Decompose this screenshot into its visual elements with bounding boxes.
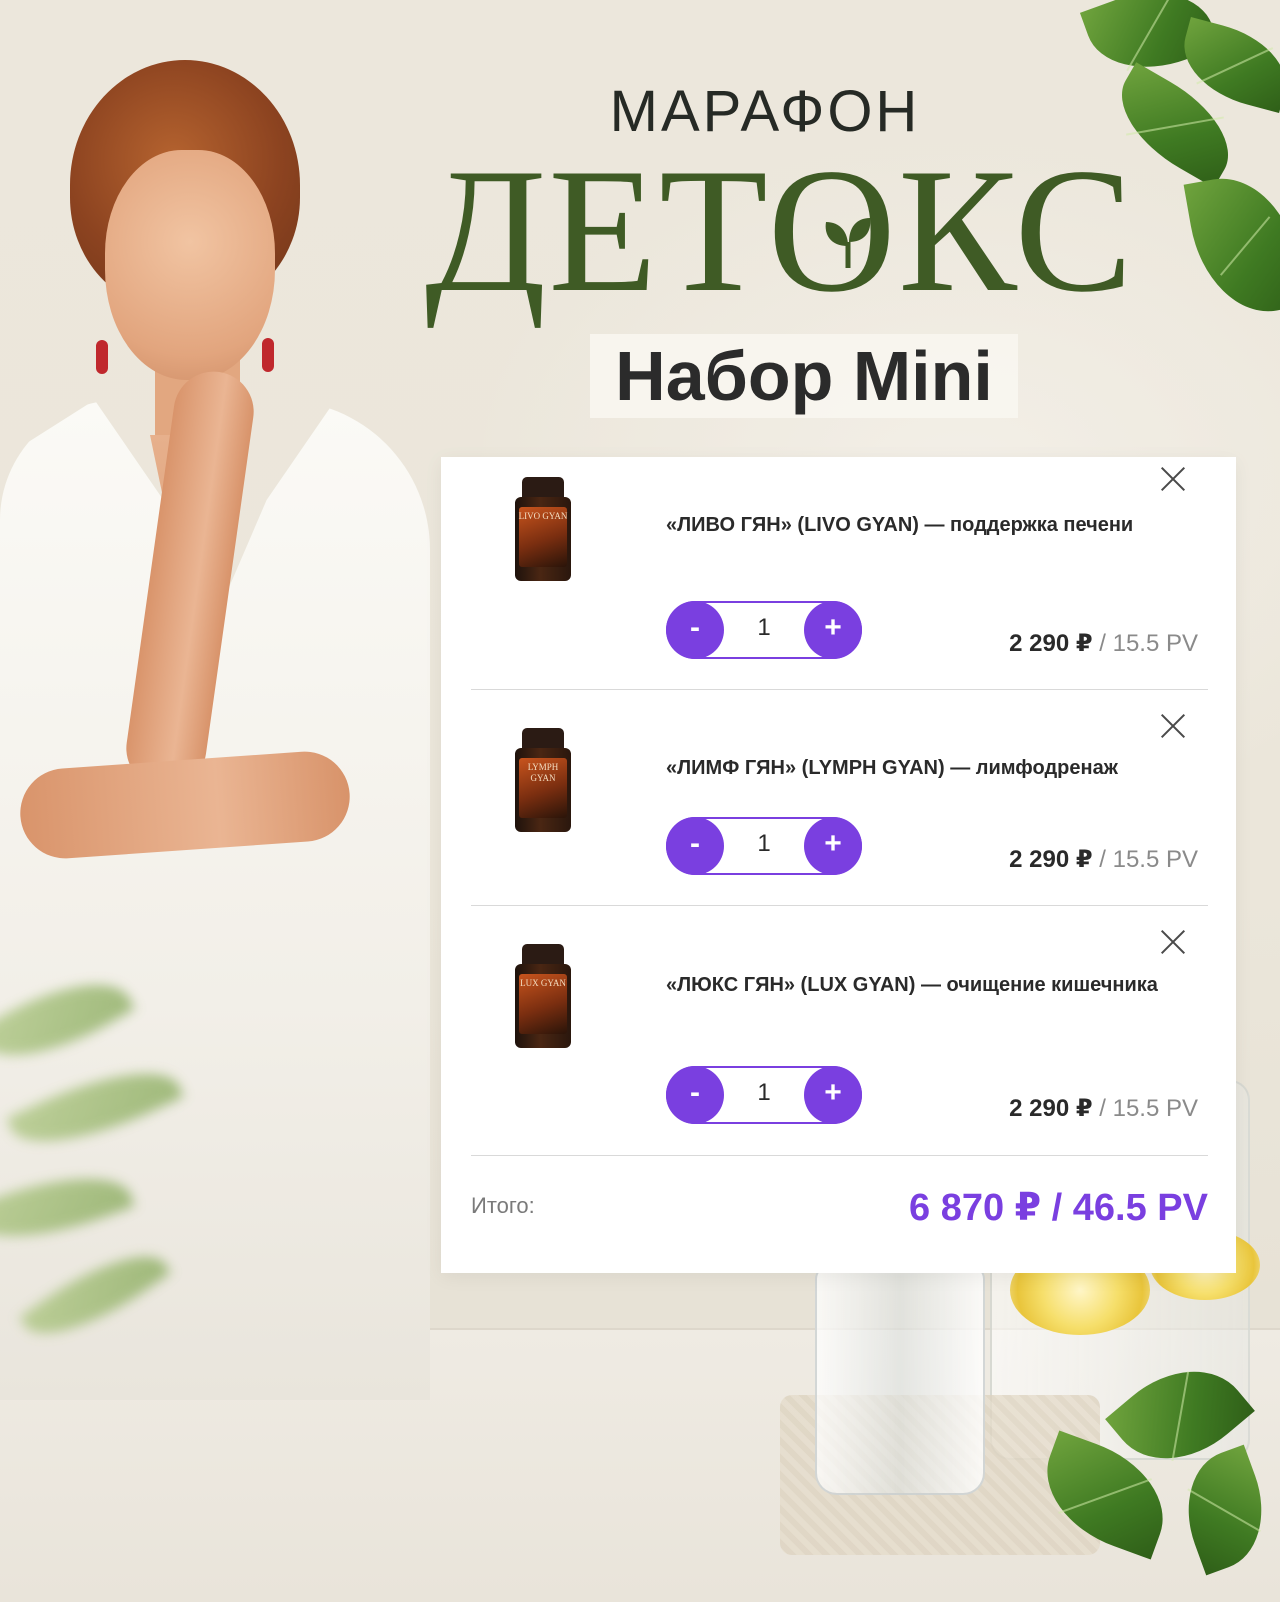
quantity-stepper: - 1 + — [666, 601, 862, 659]
price-pv: / 15.5 PV — [1099, 846, 1198, 873]
set-subtitle: Набор Mini — [615, 337, 993, 415]
item-name: «ЛИВО ГЯН» (LIVO GYAN) — поддержка печен… — [666, 514, 1134, 536]
quantity-stepper: - 1 + — [666, 817, 862, 875]
quantity-value[interactable]: 1 — [728, 603, 800, 657]
cart-item: LYMPH GYAN «ЛИМФ ГЯН» (LYMPH GYAN) — лим… — [471, 690, 1208, 906]
decrease-button[interactable]: - — [666, 817, 724, 875]
price-rub: 2 290 ₽ — [1009, 630, 1093, 657]
close-icon[interactable] — [1156, 709, 1190, 743]
leaf — [1183, 167, 1280, 323]
item-price: 2 290 ₽ / 15.5 PV — [1009, 1094, 1198, 1123]
decrease-button[interactable]: - — [666, 1066, 724, 1124]
increase-button[interactable]: + — [804, 601, 862, 659]
item-price: 2 290 ₽ / 15.5 PV — [1009, 845, 1198, 874]
bottle-label: LIVO GYAN — [518, 511, 568, 521]
item-price: 2 290 ₽ / 15.5 PV — [1009, 629, 1198, 658]
item-name: «ЛЮКС ГЯН» (LUX GYAN) — очищение кишечни… — [666, 974, 1158, 996]
price-rub: 2 290 ₽ — [1009, 1095, 1093, 1122]
item-name: «ЛИМФ ГЯН» (LYMPH GYAN) — лимфодренаж — [666, 757, 1118, 779]
decrease-button[interactable]: - — [666, 601, 724, 659]
earring-left — [96, 340, 108, 374]
price-pv: / 15.5 PV — [1099, 630, 1198, 657]
increase-button[interactable]: + — [804, 1066, 862, 1124]
product-bottle: LIVO GYAN — [515, 477, 571, 581]
price-pv: / 15.5 PV — [1099, 1095, 1198, 1122]
bottle-label: LYMPH GYAN — [527, 762, 559, 783]
sprout-icon — [825, 218, 871, 268]
close-icon[interactable] — [1156, 925, 1190, 959]
close-icon[interactable] — [1156, 462, 1190, 496]
face — [105, 150, 275, 380]
price-rub: 2 290 ₽ — [1009, 846, 1093, 873]
product-bottle: LYMPH GYAN — [515, 728, 571, 832]
title-detox: ДЕТОКС — [424, 131, 1136, 329]
water-glass — [815, 1265, 985, 1495]
earring-right — [262, 338, 274, 372]
quantity-value[interactable]: 1 — [728, 1068, 800, 1122]
bottle-label: LUX GYAN — [520, 978, 566, 988]
cart-item: LUX GYAN «ЛЮКС ГЯН» (LUX GYAN) — очищени… — [471, 906, 1208, 1156]
cart-card: LIVO GYAN «ЛИВО ГЯН» (LIVO GYAN) — подде… — [441, 457, 1236, 1273]
quantity-stepper: - 1 + — [666, 1066, 862, 1124]
increase-button[interactable]: + — [804, 817, 862, 875]
cart-item: LIVO GYAN «ЛИВО ГЯН» (LIVO GYAN) — подде… — [471, 457, 1208, 690]
quantity-value[interactable]: 1 — [728, 819, 800, 873]
total-label: Итого: — [471, 1193, 535, 1218]
total-value: 6 870 ₽ / 46.5 PV — [909, 1187, 1208, 1229]
product-bottle: LUX GYAN — [515, 944, 571, 1048]
